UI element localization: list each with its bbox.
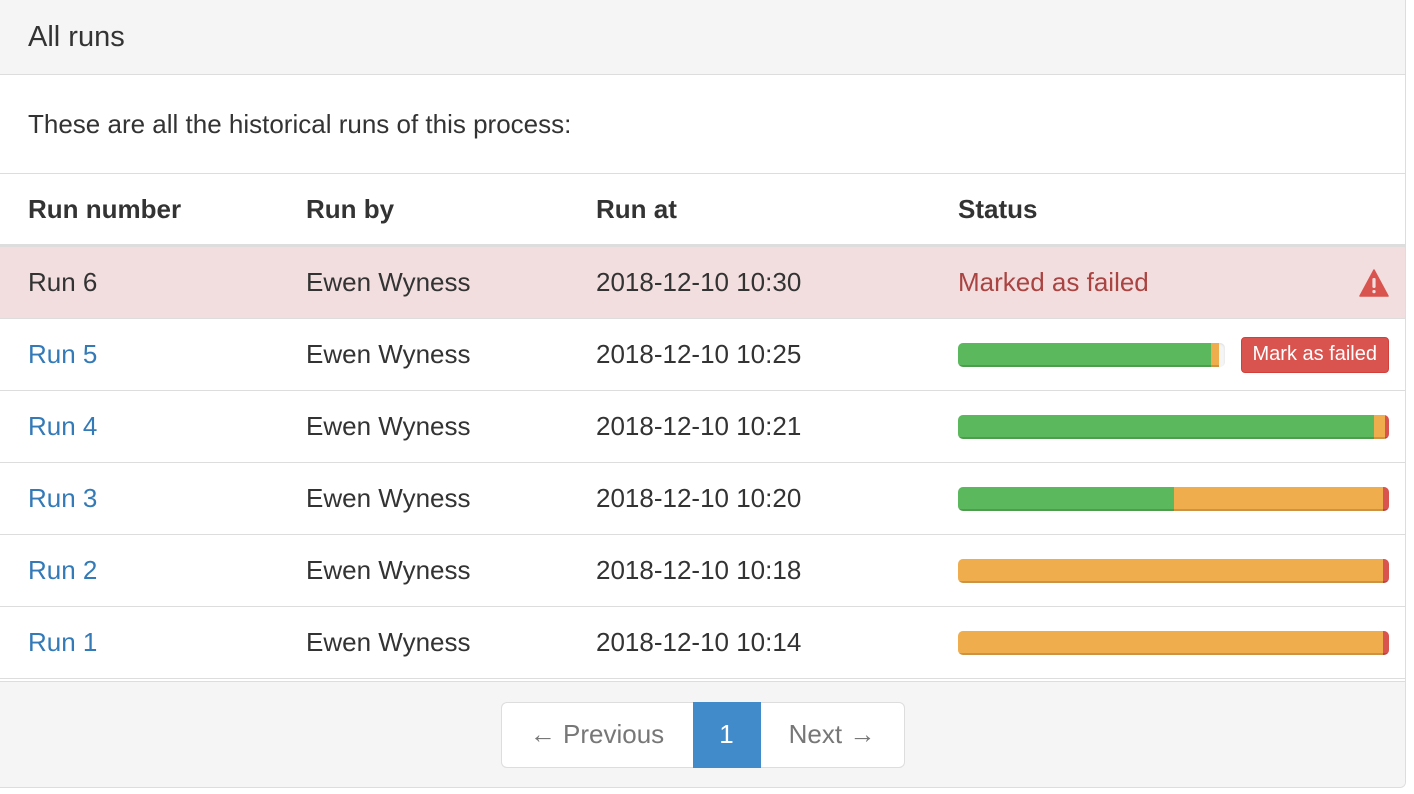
- header-status: Status: [930, 174, 1405, 247]
- run-link[interactable]: Run 1: [28, 627, 97, 657]
- header-run-at: Run at: [568, 174, 930, 247]
- progress-success: [958, 486, 1174, 511]
- runs-table: Run number Run by Run at Status Run 6 Ew…: [0, 174, 1405, 679]
- run-at: 2018-12-10 10:14: [568, 606, 930, 679]
- progress-warning: [1211, 342, 1220, 367]
- progress-danger: [1382, 558, 1389, 583]
- run-by: Ewen Wyness: [278, 318, 568, 391]
- next-page-button[interactable]: Next →: [760, 701, 905, 768]
- status-cell: Mark as failed: [930, 318, 1405, 391]
- run-by: Ewen Wyness: [278, 534, 568, 607]
- progress-bar: [958, 414, 1389, 439]
- run-at: 2018-12-10 10:30: [568, 245, 930, 319]
- warning-icon: [1359, 268, 1389, 297]
- progress-bar: [958, 486, 1389, 511]
- run-link[interactable]: Run 5: [28, 339, 97, 369]
- current-page[interactable]: 1: [692, 701, 761, 768]
- panel-footer: ← Previous 1 Next →: [0, 681, 1405, 787]
- previous-page-button[interactable]: ← Previous: [500, 701, 693, 768]
- run-by: Ewen Wyness: [278, 245, 568, 319]
- table-row: Run 6 Ewen Wyness 2018-12-10 10:30 Marke…: [0, 245, 1405, 319]
- all-runs-panel: All runs These are all the historical ru…: [0, 0, 1406, 788]
- progress-danger: [1382, 486, 1389, 511]
- run-at: 2018-12-10 10:18: [568, 534, 930, 607]
- header-run-by: Run by: [278, 174, 568, 247]
- status-cell: Marked as failed: [930, 245, 1405, 319]
- run-by: Ewen Wyness: [278, 462, 568, 535]
- run-at: 2018-12-10 10:21: [568, 390, 930, 463]
- table-row: Run 1 Ewen Wyness 2018-12-10 10:14: [0, 606, 1405, 679]
- status-text: Marked as failed: [958, 267, 1149, 297]
- status-cell: [930, 606, 1405, 679]
- progress-warning: [958, 630, 1383, 655]
- panel-title: All runs: [28, 20, 125, 53]
- table-row: Run 4 Ewen Wyness 2018-12-10 10:21: [0, 390, 1405, 463]
- table-row: Run 3 Ewen Wyness 2018-12-10 10:20: [0, 462, 1405, 535]
- table-header-row: Run number Run by Run at Status: [0, 174, 1405, 247]
- run-number: Run 6: [0, 245, 278, 319]
- run-by: Ewen Wyness: [278, 606, 568, 679]
- mark-as-failed-button[interactable]: Mark as failed: [1240, 336, 1389, 373]
- progress-success: [958, 342, 1212, 367]
- progress-warning: [1373, 414, 1385, 439]
- progress-danger: [1382, 630, 1389, 655]
- progress-bar: [958, 342, 1225, 367]
- panel-heading: All runs: [0, 0, 1405, 75]
- progress-bar: [958, 558, 1389, 583]
- progress-danger: [1384, 414, 1389, 439]
- run-link[interactable]: Run 2: [28, 555, 97, 585]
- status-cell: [930, 390, 1405, 463]
- run-link[interactable]: Run 4: [28, 411, 97, 441]
- header-run-number: Run number: [0, 174, 278, 247]
- pagination: ← Previous 1 Next →: [500, 701, 905, 768]
- panel-description: These are all the historical runs of thi…: [0, 75, 1405, 174]
- progress-bar: [958, 630, 1389, 655]
- run-link[interactable]: Run 3: [28, 483, 97, 513]
- progress-success: [958, 414, 1374, 439]
- run-by: Ewen Wyness: [278, 390, 568, 463]
- table-row: Run 5 Ewen Wyness 2018-12-10 10:25 Mark …: [0, 318, 1405, 391]
- status-cell: [930, 534, 1405, 607]
- status-cell: [930, 462, 1405, 535]
- run-at: 2018-12-10 10:20: [568, 462, 930, 535]
- progress-warning: [958, 558, 1383, 583]
- run-at: 2018-12-10 10:25: [568, 318, 930, 391]
- progress-warning: [1173, 486, 1383, 511]
- table-row: Run 2 Ewen Wyness 2018-12-10 10:18: [0, 534, 1405, 607]
